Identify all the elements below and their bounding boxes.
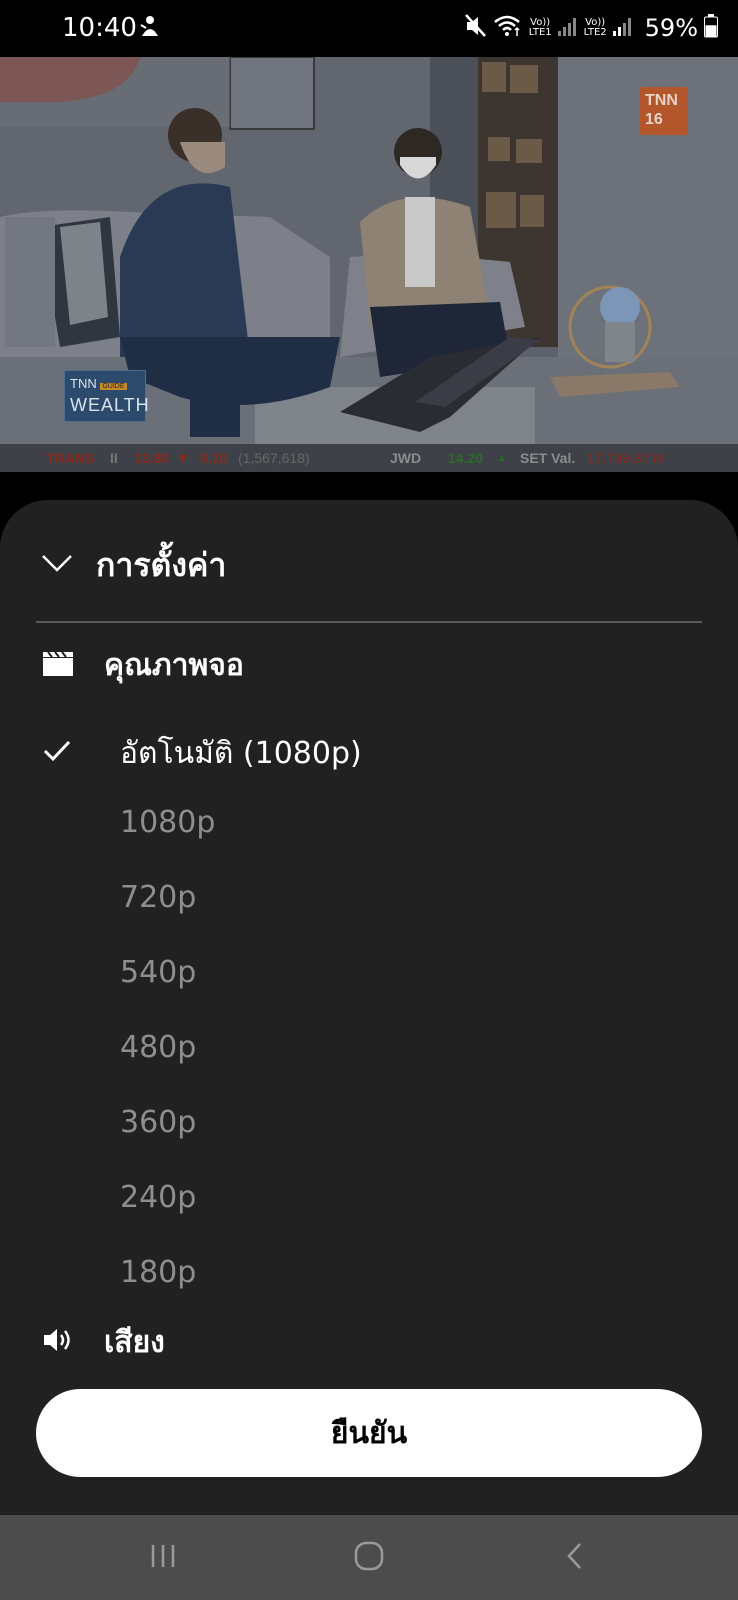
settings-sheet: การตั้งค่า คุณภาพจอ อัตโนมัติ (1080p) 10…: [0, 500, 738, 1515]
battery-percent: 59%: [644, 14, 698, 42]
program-logo-tnn: TNN: [70, 376, 97, 391]
quality-option-label: 720p: [120, 880, 197, 915]
channel-badge-name: TNN: [645, 92, 678, 109]
settings-header[interactable]: การตั้งค่า: [40, 540, 226, 590]
ticker-price-1: 13.80: [134, 450, 170, 466]
quality-option-label: 1080p: [120, 805, 216, 840]
audio-section-label: เสียง: [104, 1324, 165, 1360]
sim1-indicator: Vo)) LTE1: [529, 18, 552, 38]
ticker-up-icon: ▲: [497, 453, 507, 464]
speaker-icon: [42, 1326, 74, 1358]
channel-badge: TNN 16: [640, 87, 688, 135]
status-bar: 10:40 Vo)) LTE1 Vo)) LTE2 59%: [0, 0, 738, 57]
audio-section-header[interactable]: เสียง: [42, 1317, 165, 1367]
program-logo-guide: GUIDE: [100, 383, 127, 390]
program-logo: TNN GUIDE WEALTH: [64, 370, 150, 422]
signal-icon-2: [612, 15, 633, 41]
wifi-icon: [493, 14, 523, 42]
ticker-change-1: 0.10: [200, 450, 228, 466]
confirm-button[interactable]: ยืนยัน: [36, 1389, 702, 1477]
video-bottom-bar: [0, 472, 738, 500]
quality-option-label: 180p: [120, 1255, 197, 1290]
sim1-label: LTE1: [528, 27, 552, 38]
mute-icon: [464, 14, 487, 42]
ticker-volume-1: (1,567,618): [238, 450, 310, 466]
home-button[interactable]: [339, 1535, 399, 1581]
settings-title: การตั้งค่า: [96, 545, 227, 584]
back-button[interactable]: [545, 1535, 605, 1581]
ticker-symbol-1: TRANS: [46, 450, 95, 466]
channel-badge-number: 16: [645, 111, 663, 128]
checkmark-icon: [42, 736, 72, 766]
quality-option-label: 480p: [120, 1030, 197, 1065]
quality-option-label: 360p: [120, 1105, 197, 1140]
divider: [36, 621, 702, 623]
stock-ticker: TRANS II 13.80 ▼ 0.10 (1,567,618) JWD 14…: [0, 444, 738, 472]
notification-icon: [138, 14, 162, 40]
ticker-price-2: 14.20: [448, 450, 484, 466]
recents-button[interactable]: [133, 1535, 193, 1581]
home-icon: [353, 1540, 385, 1576]
ticker-set-label: SET Val.: [520, 450, 576, 466]
quality-option-360p[interactable]: 360p: [0, 1095, 738, 1155]
status-icons: Vo)) LTE1 Vo)) LTE2 59%: [464, 10, 718, 46]
quality-option-label: อัตโนมัติ (1080p): [120, 736, 362, 771]
quality-option-label: 540p: [120, 955, 197, 990]
quality-option-720p[interactable]: 720p: [0, 870, 738, 930]
status-time: 10:40: [62, 13, 137, 43]
quality-option-auto[interactable]: อัตโนมัติ (1080p): [0, 720, 738, 780]
quality-option-540p[interactable]: 540p: [0, 945, 738, 1005]
quality-section-label: คุณภาพจอ: [104, 647, 244, 683]
clapperboard-icon: [42, 649, 74, 681]
quality-option-1080p[interactable]: 1080p: [0, 795, 738, 855]
video-player[interactable]: TNN 16 TNN GUIDE WEALTH TRANS II 13.80 ▼…: [0, 57, 738, 472]
ticker-down-icon: ▼: [176, 450, 190, 466]
quality-option-240p[interactable]: 240p: [0, 1170, 738, 1230]
quality-option-label: 240p: [120, 1180, 197, 1215]
ticker-symbol-2: JWD: [390, 450, 422, 466]
system-nav-bar: [0, 1515, 738, 1600]
recents-icon: [148, 1542, 178, 1574]
signal-icon-1: [557, 15, 578, 41]
chevron-down-icon[interactable]: [40, 552, 74, 578]
sim2-indicator: Vo)) LTE2: [584, 18, 607, 38]
quality-option-180p[interactable]: 180p: [0, 1245, 738, 1305]
program-logo-wealth: WEALTH: [70, 395, 150, 415]
sim2-label: LTE2: [583, 27, 607, 38]
back-icon: [563, 1541, 587, 1575]
quality-section-header: คุณภาพจอ: [42, 640, 244, 690]
battery-icon: [704, 14, 718, 42]
quality-option-480p[interactable]: 480p: [0, 1020, 738, 1080]
ticker-set-value: 17,799.87 M: [587, 450, 665, 466]
